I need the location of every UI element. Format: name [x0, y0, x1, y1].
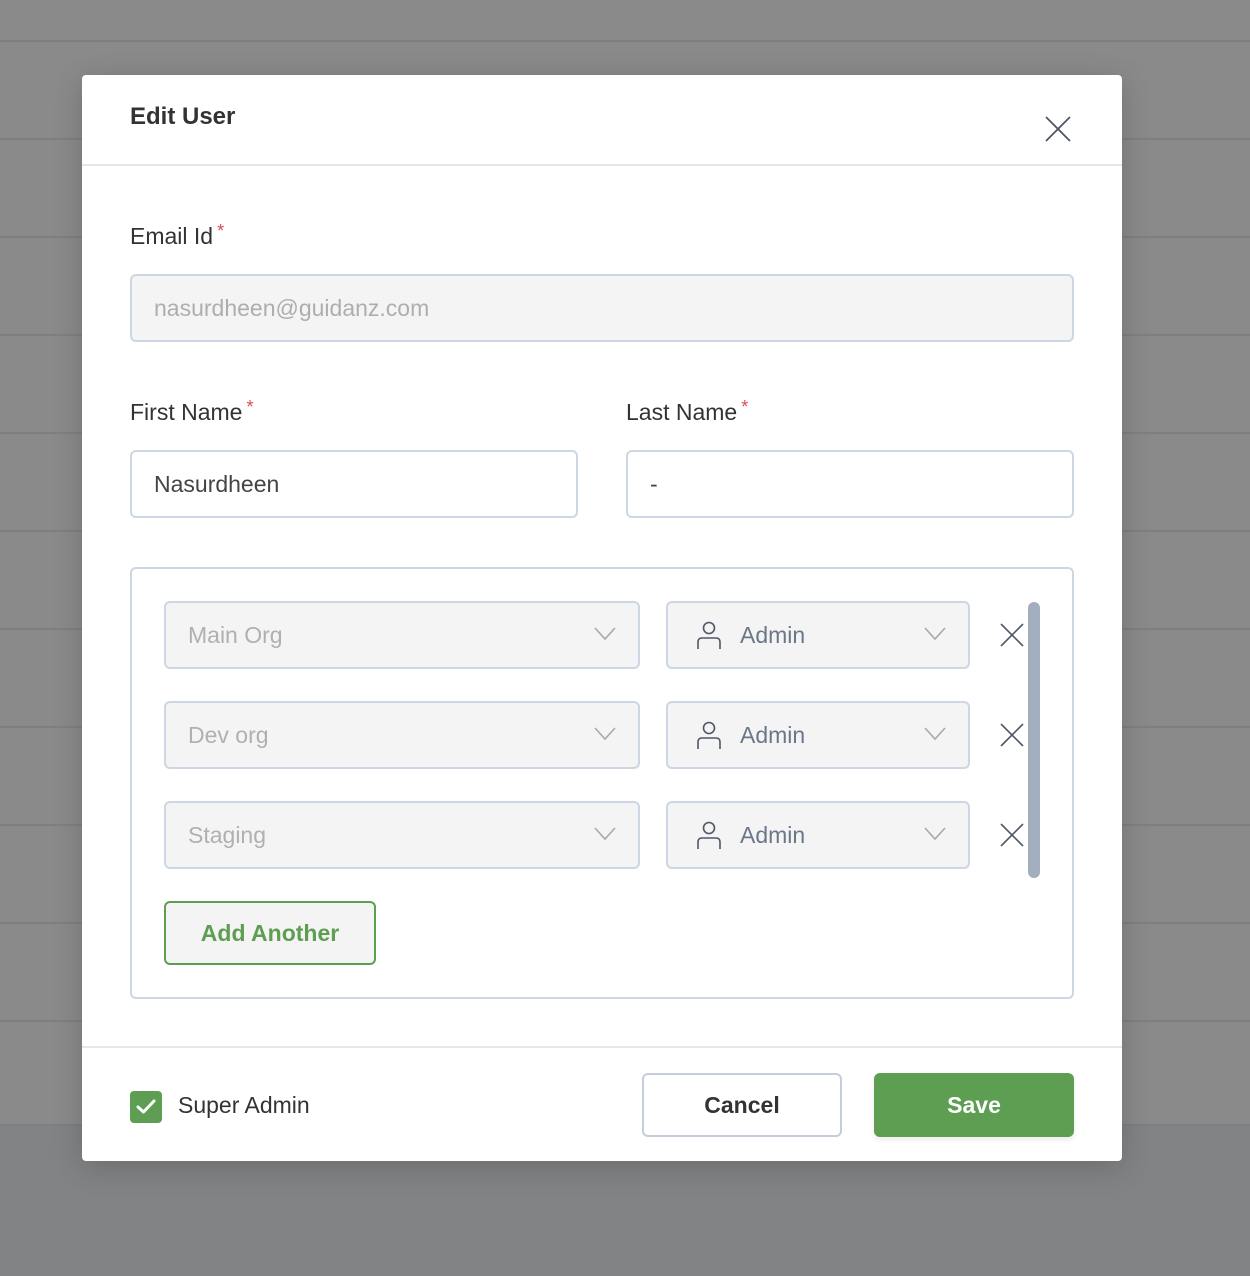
edit-user-modal: Edit User Email Id * nasurdheen@guidanz.c… [82, 75, 1122, 1161]
org-select-value: Staging [188, 821, 267, 848]
required-marker: * [741, 397, 749, 417]
super-admin-label: Super Admin [178, 1092, 310, 1118]
role-select[interactable]: Admin [666, 701, 970, 769]
close-icon [1000, 623, 1024, 647]
last-name-field[interactable]: - [626, 450, 1074, 518]
required-marker: * [217, 221, 225, 241]
role-select[interactable]: Admin [666, 601, 970, 669]
org-roles-panel: Main Org Admin Dev org Admin Staging Adm… [130, 567, 1074, 999]
user-icon [697, 621, 721, 649]
first-name-label: First Name * [130, 397, 254, 426]
org-select[interactable]: Dev org [164, 701, 640, 769]
super-admin-checkbox[interactable] [130, 1091, 162, 1123]
first-name-label-text: First Name [130, 399, 243, 425]
roles-scrollbar[interactable] [1028, 602, 1040, 878]
required-marker: * [246, 397, 254, 417]
remove-org-role-button[interactable] [999, 722, 1025, 748]
org-select[interactable]: Staging [164, 801, 640, 869]
cancel-button[interactable]: Cancel [642, 1073, 842, 1137]
chevron-down-icon [594, 627, 616, 641]
first-name-field-value: Nasurdheen [154, 470, 280, 497]
chevron-down-icon [924, 627, 946, 641]
email-label: Email Id * [130, 221, 225, 250]
modal-header: Edit User [82, 75, 1122, 166]
last-name-field-value: - [650, 470, 658, 497]
last-name-label-text: Last Name [626, 399, 738, 425]
background-row-divider [0, 40, 1250, 42]
modal-title: Edit User [130, 103, 236, 130]
first-name-field[interactable]: Nasurdheen [130, 450, 578, 518]
close-icon [1000, 723, 1024, 747]
remove-org-role-button[interactable] [999, 822, 1025, 848]
org-select[interactable]: Main Org [164, 601, 640, 669]
user-icon [697, 821, 721, 849]
email-field-value: nasurdheen@guidanz.com [154, 294, 430, 321]
chevron-down-icon [924, 727, 946, 741]
chevron-down-icon [594, 727, 616, 741]
close-icon [1000, 823, 1024, 847]
save-button[interactable]: Save [874, 1073, 1074, 1137]
add-another-button[interactable]: Add Another [164, 901, 376, 965]
remove-org-role-button[interactable] [999, 622, 1025, 648]
email-label-text: Email Id [130, 223, 214, 249]
email-field[interactable]: nasurdheen@guidanz.com [130, 274, 1074, 342]
close-icon [1045, 116, 1071, 142]
close-modal-button[interactable] [1042, 113, 1074, 145]
chevron-down-icon [594, 827, 616, 841]
chevron-down-icon [924, 827, 946, 841]
role-select[interactable]: Admin [666, 801, 970, 869]
org-select-value: Main Org [188, 621, 283, 648]
checkmark-icon [136, 1099, 156, 1114]
org-select-value: Dev org [188, 721, 269, 748]
user-icon [697, 721, 721, 749]
modal-footer: Super Admin Cancel Save [82, 1046, 1122, 1161]
last-name-label: Last Name * [626, 397, 749, 426]
